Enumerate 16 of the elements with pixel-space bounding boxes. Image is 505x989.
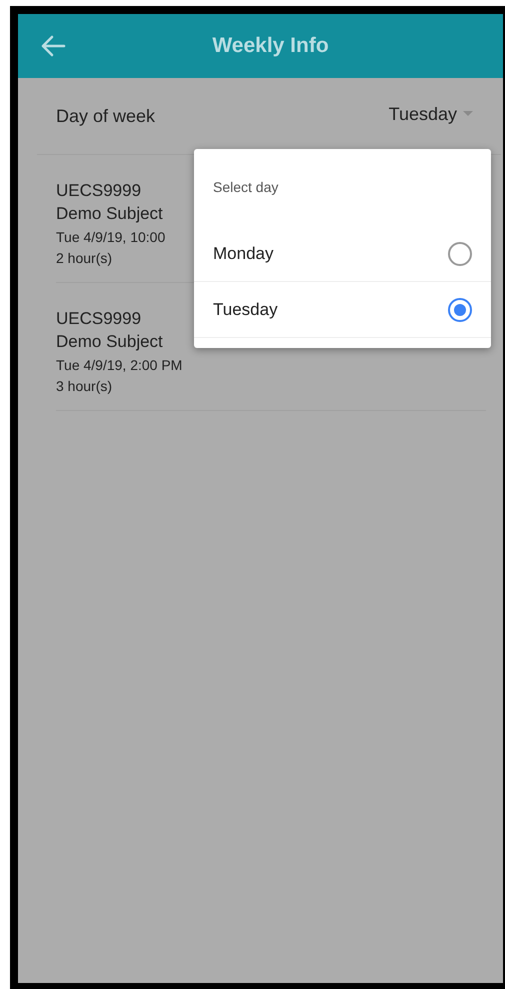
class-time: Tue 4/9/19, 2:00 PM	[56, 356, 182, 375]
back-arrow-icon	[40, 35, 66, 57]
class-subject: Demo Subject	[56, 203, 163, 225]
caret-icon	[463, 111, 473, 117]
class-duration: 2 hour(s)	[56, 249, 112, 268]
day-option[interactable]: Tuesday	[194, 282, 491, 338]
day-dropdown[interactable]: Tuesday	[388, 100, 473, 128]
class-code: UECS9999	[56, 180, 142, 202]
screen-title: Weekly Info	[211, 33, 330, 60]
filter-label: Day of week	[56, 104, 156, 128]
class-time: Tue 4/9/19, 10:00	[56, 228, 166, 247]
popup-title: Select day	[213, 179, 278, 195]
class-subject: Demo Subject	[56, 331, 163, 353]
class-code: UECS9999	[56, 308, 142, 330]
class-duration: 3 hour(s)	[56, 377, 112, 396]
day-option[interactable]: Monday	[194, 226, 491, 282]
